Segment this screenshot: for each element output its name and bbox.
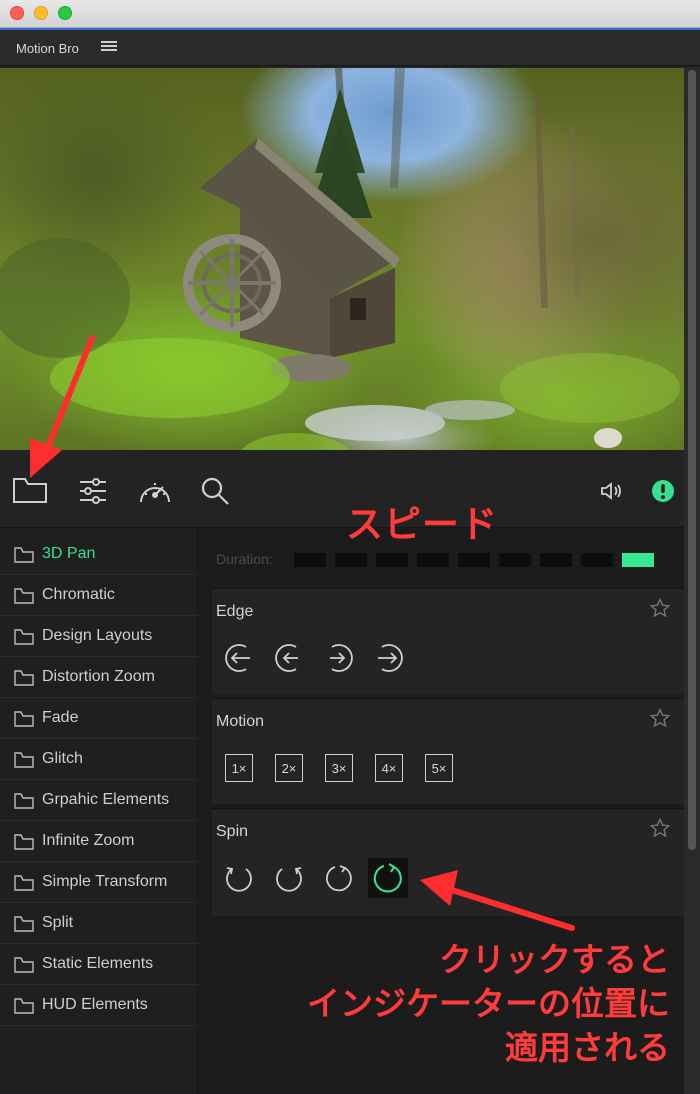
arrow-to-spin-active-icon — [420, 870, 575, 931]
spin-annotation-note: クリックすると インジケーターの位置に 適用される — [307, 941, 670, 1066]
speed-annotation: スピード — [346, 504, 498, 545]
arrow-to-folder-icon — [30, 335, 95, 478]
